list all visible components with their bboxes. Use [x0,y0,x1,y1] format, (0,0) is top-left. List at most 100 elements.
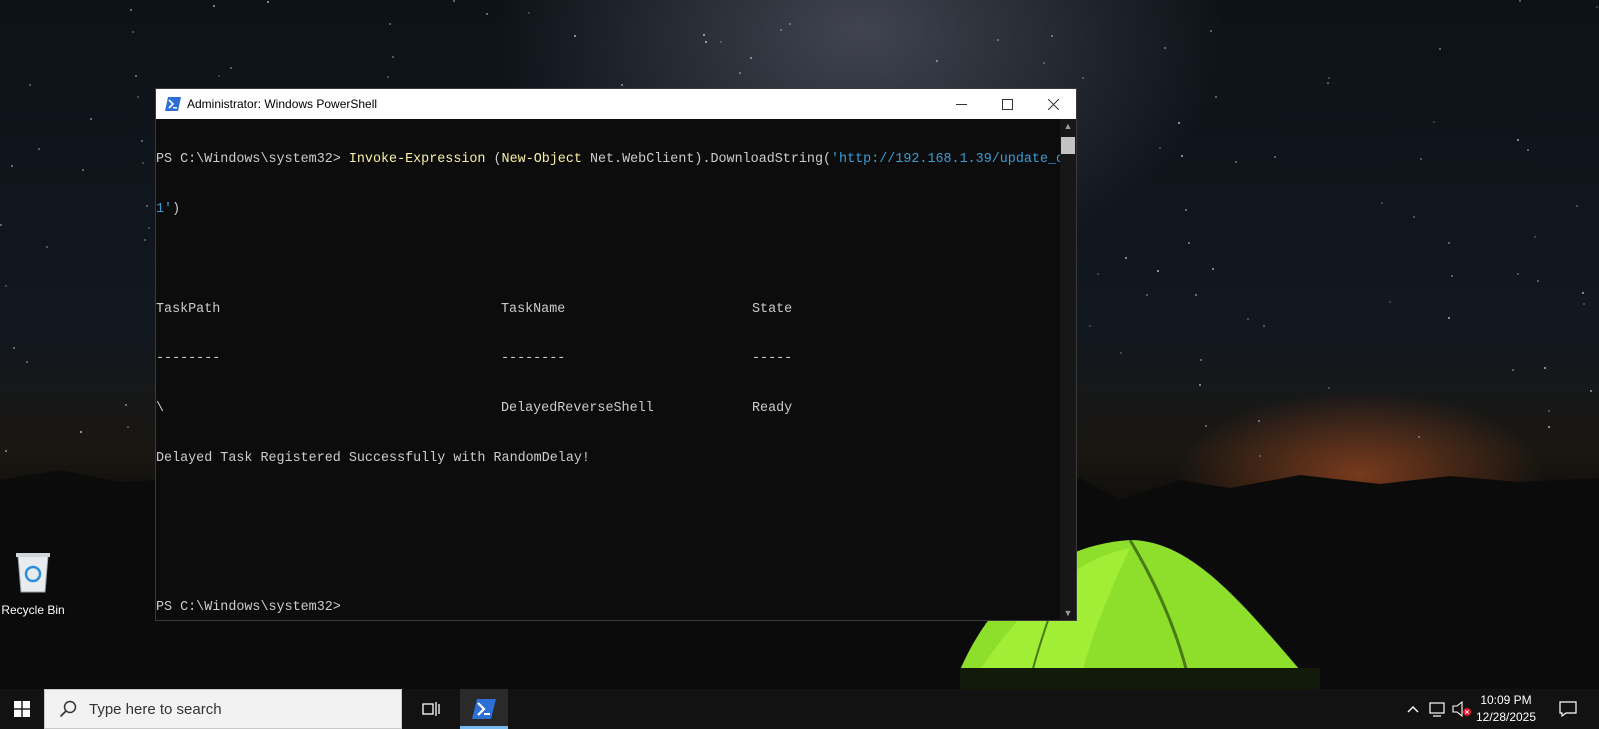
console-scrollbar[interactable]: ▲ ▼ [1060,119,1076,620]
taskbar: Type here to search 10:09 PM 12/28/2025 [0,689,1599,729]
star [1381,202,1383,204]
star [82,169,84,171]
table-row: \ DelayedReverseShell Ready [156,401,793,417]
star [389,23,391,25]
star [1517,273,1519,275]
start-button[interactable] [0,689,44,729]
star [750,57,752,59]
powershell-icon [165,97,181,111]
scroll-down-icon[interactable]: ▼ [1060,608,1076,618]
star [130,9,132,11]
star [80,431,82,433]
star [29,84,31,86]
star [1212,268,1214,270]
network-status[interactable] [1426,689,1450,729]
star [1548,426,1550,428]
star [1527,149,1529,151]
star [1146,294,1148,296]
star [125,404,127,406]
star [1247,318,1249,320]
star [1389,301,1391,303]
star [1051,35,1053,37]
star [1274,156,1276,158]
star [528,12,530,14]
star [148,227,150,229]
star [1596,6,1598,8]
star [387,76,389,78]
clock-time: 10:09 PM [1480,693,1532,707]
star [0,224,2,226]
notification-icon [1559,701,1577,717]
star [1157,270,1159,272]
star [142,162,144,164]
star [1188,242,1190,244]
powershell-window[interactable]: Administrator: Windows PowerShell PS C:\… [155,88,1077,621]
star [1200,359,1202,361]
star [705,41,707,43]
star [5,285,7,287]
system-clock[interactable]: 10:09 PM 12/28/2025 [1471,692,1541,726]
star [1534,236,1536,238]
star [1420,158,1422,160]
star [1258,420,1260,422]
task-view-icon [422,702,440,716]
star [13,347,15,349]
recycle-bin[interactable]: Recycle Bin [0,550,66,617]
windows-logo-icon [14,701,30,717]
maximize-button[interactable] [984,89,1030,119]
window-titlebar[interactable]: Administrator: Windows PowerShell [156,89,1076,119]
star [1215,96,1217,98]
powershell-icon [472,699,496,719]
star [1159,147,1161,149]
star [5,450,7,452]
star [1259,455,1261,457]
star [997,39,999,41]
console-output[interactable]: PS C:\Windows\system32> Invoke-Expressio… [156,119,1060,620]
star [1517,139,1519,141]
star [486,13,488,15]
minimize-icon [955,103,967,105]
star [213,5,215,7]
star [1181,155,1183,157]
star [11,165,13,167]
console-prompt: PS C:\Windows\system32> [156,600,341,616]
star [453,0,455,2]
command-line-wrap: 1') [156,201,181,217]
command-line: PS C:\Windows\system32> Invoke-Expressio… [156,152,1060,168]
volume-muted-icon [1452,701,1471,717]
star [1097,273,1099,275]
star [392,56,394,58]
star [1185,209,1187,211]
star [132,31,134,33]
action-center-button[interactable] [1550,689,1586,729]
star [1576,205,1578,207]
star [739,72,741,74]
search-placeholder: Type here to search [89,700,222,718]
table-header: TaskPath TaskName State [156,301,793,317]
recycle-bin-icon [16,553,50,593]
star [936,60,938,62]
star [135,75,137,77]
star [1433,121,1435,123]
minimize-button[interactable] [938,89,984,119]
star [1125,257,1127,259]
table-separator: -------- -------- ----- [156,351,793,367]
star [46,246,48,248]
star [1235,161,1237,163]
star [1512,369,1514,371]
close-button[interactable] [1030,89,1076,119]
search-box[interactable]: Type here to search [44,689,402,729]
star [141,140,143,142]
star [1263,325,1265,327]
taskbar-powershell[interactable] [460,689,508,729]
star [144,239,146,241]
scrollbar-thumb[interactable] [1061,137,1075,154]
star [1205,425,1207,427]
window-title: Administrator: Windows PowerShell [187,97,378,111]
task-view-button[interactable] [408,689,456,729]
star [1164,47,1166,49]
scroll-up-icon[interactable]: ▲ [1060,121,1076,131]
show-hidden-icons[interactable] [1402,689,1424,729]
star [137,96,139,98]
star [1439,48,1441,50]
